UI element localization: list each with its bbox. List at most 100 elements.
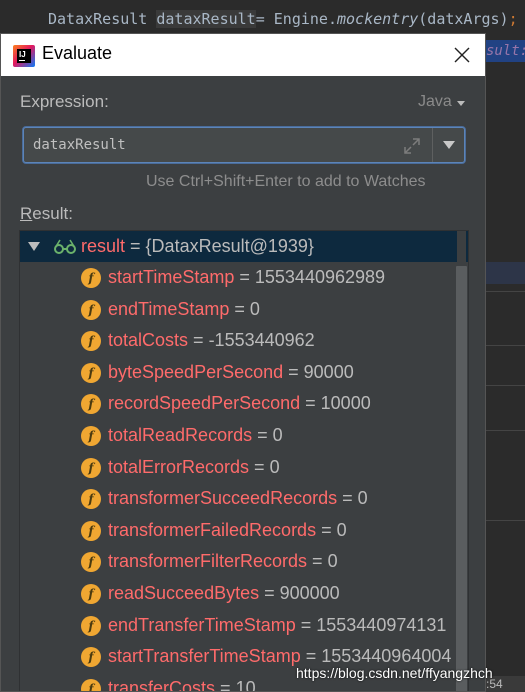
field-value: 1553440964004 bbox=[321, 646, 452, 667]
field-value: 1553440962989 bbox=[254, 267, 386, 287]
editor-divider bbox=[486, 385, 525, 386]
field-value: 900000 bbox=[279, 583, 340, 603]
result-label-rest: esult: bbox=[32, 204, 73, 223]
field-name: totalCosts bbox=[108, 330, 189, 351]
field-icon: f bbox=[81, 268, 101, 288]
tree-field-row[interactable]: f endTransferTimeStamp = 1553440974131 bbox=[20, 610, 468, 641]
field-value: -1553440962 bbox=[208, 330, 315, 351]
field-icon: f bbox=[81, 457, 101, 478]
intellij-icon: IJ bbox=[13, 45, 35, 67]
field-name: totalReadRecords bbox=[108, 425, 253, 445]
field-label: transferCosts = 10 bbox=[108, 673, 256, 692]
tree-field-row[interactable]: f endTimeStamp = 0 bbox=[20, 294, 468, 325]
field-label: endTransferTimeStamp = 1553440974131 bbox=[108, 614, 447, 635]
field-value: 0 bbox=[327, 551, 338, 572]
code-type: DataxResult bbox=[48, 10, 157, 28]
field-icon: f bbox=[81, 331, 101, 352]
root-label: result = {DataxResult@1939} bbox=[81, 236, 314, 256]
language-selector[interactable]: Java bbox=[418, 93, 452, 111]
result-tree[interactable]: result = {DataxResult@1939} f startTimeSt… bbox=[19, 230, 469, 692]
field-icon: f bbox=[81, 615, 101, 636]
field-name: readSucceedBytes bbox=[108, 583, 260, 603]
field-icon: f bbox=[81, 394, 101, 415]
tree-field-row[interactable]: f transformerFilterRecords = 0 bbox=[20, 546, 468, 577]
field-value: 1553440974131 bbox=[316, 614, 447, 635]
tree-field-row[interactable]: f totalCosts = -1553440962 bbox=[20, 325, 468, 356]
close-icon bbox=[454, 47, 470, 63]
tree-scrollbar-thumb[interactable] bbox=[456, 266, 467, 691]
watches-hint: Use Ctrl+Shift+Enter to add to Watches bbox=[146, 173, 426, 190]
root-value: {DataxResult@1939} bbox=[145, 236, 314, 256]
code-variable: dataxResult bbox=[156, 10, 256, 28]
collapse-toggle-icon[interactable] bbox=[28, 242, 40, 251]
tree-field-row[interactable]: f totalReadRecords = 0 bbox=[20, 420, 468, 451]
field-icon: f bbox=[81, 678, 101, 691]
code-line: DataxResult dataxResult= Engine.mockentr… bbox=[48, 10, 518, 28]
field-name: transformerFilterRecords bbox=[108, 551, 308, 572]
evaluate-dialog: IJ Evaluate Expression: Java dataxResult… bbox=[0, 33, 486, 692]
tree-field-row[interactable]: f recordSpeedPerSecond = 10000 bbox=[20, 388, 468, 419]
field-name: byteSpeedPerSecond bbox=[108, 361, 284, 382]
field-name: startTimeStamp bbox=[108, 267, 235, 287]
editor-divider bbox=[486, 430, 525, 431]
field-value: 10000 bbox=[320, 393, 371, 414]
field-icon: f bbox=[81, 489, 101, 510]
expression-input[interactable]: dataxResult bbox=[23, 127, 465, 163]
tree-field-row[interactable]: f totalErrorRecords = 0 bbox=[20, 452, 468, 483]
tree-root-row[interactable]: result = {DataxResult@1939} bbox=[20, 231, 468, 262]
history-dropdown-button[interactable] bbox=[433, 128, 464, 162]
field-label: transformerSucceedRecords = 0 bbox=[108, 488, 368, 509]
field-label: totalReadRecords = 0 bbox=[108, 425, 283, 445]
tree-field-row[interactable]: f transformerFailedRecords = 0 bbox=[20, 515, 468, 546]
field-icon: f bbox=[81, 362, 101, 383]
expression-value[interactable]: dataxResult bbox=[33, 137, 126, 153]
root-name: result bbox=[81, 236, 126, 256]
field-name: startTransferTimeStamp bbox=[108, 646, 301, 667]
expression-label: Expression: bbox=[20, 92, 109, 111]
tree-field-row[interactable]: f byteSpeedPerSecond = 90000 bbox=[20, 357, 468, 388]
field-name: endTimeStamp bbox=[108, 298, 230, 319]
field-icon: f bbox=[81, 520, 101, 541]
field-value: 0 bbox=[249, 298, 260, 319]
field-icon: f bbox=[81, 647, 101, 668]
field-label: totalCosts = -1553440962 bbox=[108, 330, 315, 351]
tree-field-row[interactable]: f startTimeStamp = 1553440962989 bbox=[20, 262, 468, 293]
code-args: (datxArgs) bbox=[418, 10, 509, 28]
watermark: https://blog.csdn.net/ffyangzhch bbox=[296, 665, 493, 681]
code-fragment-right-2 bbox=[486, 262, 525, 284]
field-icon: f bbox=[81, 426, 101, 446]
field-value: 0 bbox=[357, 488, 368, 509]
field-label: byteSpeedPerSecond = 90000 bbox=[108, 361, 354, 382]
expand-icon[interactable] bbox=[402, 136, 422, 156]
result-label-mnemonic: R bbox=[20, 204, 33, 223]
field-value: 0 bbox=[272, 425, 283, 445]
field-name: transferCosts bbox=[108, 677, 216, 692]
language-dropdown-icon[interactable] bbox=[457, 101, 465, 106]
code-semicolon: ; bbox=[508, 10, 518, 28]
editor-divider bbox=[486, 345, 525, 346]
result-label: Result: bbox=[20, 204, 73, 224]
editor-divider bbox=[486, 291, 525, 292]
field-name: recordSpeedPerSecond bbox=[108, 393, 301, 414]
field-label: startTimeStamp = 1553440962989 bbox=[108, 267, 386, 287]
tree-field-row[interactable]: f readSucceedBytes = 900000 bbox=[20, 578, 468, 609]
chevron-down-icon bbox=[443, 141, 455, 149]
field-label: readSucceedBytes = 900000 bbox=[108, 583, 340, 603]
editor-divider bbox=[486, 520, 525, 521]
field-label: endTimeStamp = 0 bbox=[108, 298, 260, 319]
field-name: endTransferTimeStamp bbox=[108, 614, 296, 635]
field-icon: f bbox=[81, 584, 101, 604]
field-value: 0 bbox=[269, 456, 280, 477]
field-label: transformerFailedRecords = 0 bbox=[108, 519, 347, 540]
field-value: 90000 bbox=[303, 361, 354, 382]
field-label: totalErrorRecords = 0 bbox=[108, 456, 280, 477]
code-assign: = Engine. bbox=[255, 10, 337, 28]
code-fragment-right: sult: bbox=[486, 40, 525, 62]
tree-field-row[interactable]: f transformerSucceedRecords = 0 bbox=[20, 483, 468, 514]
field-value: 0 bbox=[336, 519, 347, 540]
field-label: recordSpeedPerSecond = 10000 bbox=[108, 393, 371, 414]
field-name: totalErrorRecords bbox=[108, 456, 250, 477]
close-button[interactable] bbox=[447, 41, 477, 69]
dialog-titlebar[interactable]: IJ Evaluate bbox=[1, 34, 485, 76]
field-icon: f bbox=[81, 299, 101, 320]
